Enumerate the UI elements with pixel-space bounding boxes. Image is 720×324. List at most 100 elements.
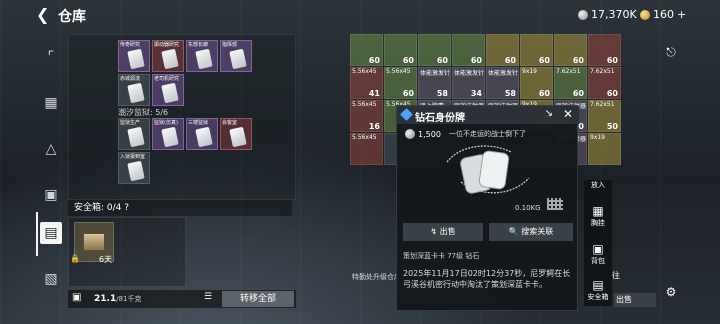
backpack-button[interactable]: ▣ 背包: [584, 242, 612, 266]
inventory-cell-count: 60: [504, 56, 516, 65]
item-story: 2025年11月17日02时12分37秒，尼罗鳄在长弓溪谷机密行动中淘汰了策划深…: [403, 269, 571, 289]
backpack-icon[interactable]: ▣: [40, 184, 62, 206]
inventory-cell-label: 体能激发针: [454, 70, 485, 77]
inventory-cell[interactable]: 9x19: [588, 133, 621, 165]
card-icon: [229, 126, 247, 148]
card-icon: [195, 48, 213, 70]
popup-title: 钻石身份牌: [415, 113, 465, 124]
add-gold-button[interactable]: +: [677, 8, 686, 21]
inventory-cell-count: 58: [504, 89, 516, 98]
silver-currency: 17,370K: [578, 8, 637, 21]
helmet-icon[interactable]: △: [40, 138, 62, 160]
storage-cell[interactable]: 东部长廊: [186, 40, 218, 72]
storage-cell[interactable]: 传奇研究: [118, 40, 150, 72]
inventory-cell[interactable]: 体能激发针 58: [486, 67, 519, 99]
inventory-cell[interactable]: 9x19 60: [520, 67, 553, 99]
storage-cell[interactable]: 老司机研究: [152, 74, 184, 106]
card-icon: [229, 48, 247, 70]
inventory-cell[interactable]: 5.56x45 41: [350, 67, 383, 99]
inventory-cell-count: 60: [402, 89, 414, 98]
minimize-icon[interactable]: ↘: [545, 108, 553, 119]
storage-cell-label: 振动器研究: [154, 42, 180, 48]
coin-icon: [578, 9, 588, 20]
inventory-cell[interactable]: 7.62x51 60: [554, 67, 587, 99]
section-label: 潮汐监狱: 5/6: [118, 108, 169, 117]
search-related-button[interactable]: 🔍 搜索关联: [489, 223, 573, 241]
storage-cell-label: 监狱生产: [120, 120, 141, 126]
go-label: 往: [612, 271, 620, 280]
inventory-cell-label: 7.62x51: [590, 101, 615, 108]
page-title: 仓库: [58, 9, 86, 25]
gold-currency[interactable]: 160 +: [640, 8, 686, 21]
inventory-cell[interactable]: 60: [554, 34, 587, 66]
gun-icon[interactable]: ⌜: [40, 46, 62, 68]
safe-box-header: 安全箱: 0/4 ?: [68, 200, 292, 216]
storage-cell-label: 入狱报到室: [120, 154, 146, 160]
inventory-cell-label: 5.56x45: [352, 134, 377, 141]
safebox-button[interactable]: ▤ 安全箱: [584, 278, 612, 302]
inventory-cell[interactable]: 60: [384, 34, 417, 66]
lock-icon: 🔒: [70, 254, 80, 263]
inventory-cell-label: 体能激发针: [420, 70, 451, 77]
storage-cell[interactable]: 监狱(仿真): [152, 118, 184, 150]
item-category: 策划深蓝卡卡 77级 钻石: [403, 252, 480, 260]
inventory-cell[interactable]: 5.56x45 60: [384, 67, 417, 99]
sell-button[interactable]: ↯ 出售: [403, 223, 483, 241]
card-icon: [127, 48, 145, 70]
inventory-cell[interactable]: 体能激发针 34: [452, 67, 485, 99]
inventory-cell[interactable]: 60: [588, 34, 621, 66]
inventory-cell[interactable]: 体能激发针 58: [418, 67, 451, 99]
transfer-all-button[interactable]: 转移全部: [222, 291, 294, 307]
inventory-cell[interactable]: 60: [350, 34, 383, 66]
inventory-cell[interactable]: 5.56x45: [350, 133, 383, 165]
case-icon[interactable]: ▧: [40, 268, 62, 290]
inventory-cell[interactable]: 5.56x45 16: [350, 100, 383, 132]
inventory-cell[interactable]: 60: [520, 34, 553, 66]
item-description: 一位不走运的战士倒下了: [449, 130, 526, 138]
inventory-cell[interactable]: 60: [452, 34, 485, 66]
inventory-cell-label: 9x19: [522, 68, 538, 75]
storage-cell[interactable]: 入狱报到室: [118, 152, 150, 184]
storage-cell[interactable]: 会客室: [220, 118, 252, 150]
action-column: 放入 ▦ 胸挂 ▣ 背包 ▤ 安全箱: [584, 180, 612, 306]
item-weight: 0.10KG: [515, 204, 541, 212]
settings-icon[interactable]: ⚙: [663, 284, 679, 300]
inventory-cell-count: 60: [538, 56, 550, 65]
storage-cell[interactable]: 监狱生产: [118, 118, 150, 150]
storage-cell[interactable]: 指挥部: [220, 40, 252, 72]
inventory-cell-count: 60: [436, 56, 448, 65]
rig-button[interactable]: ▦ 胸挂: [584, 204, 612, 228]
inventory-cell-count: 60: [470, 56, 482, 65]
inventory-cell[interactable]: 60: [418, 34, 451, 66]
storage-cell[interactable]: 振动器研究: [152, 40, 184, 72]
safebox-tab-icon[interactable]: ▤: [40, 222, 62, 244]
back-icon[interactable]: ❮: [36, 5, 49, 24]
close-icon[interactable]: ✕: [563, 107, 573, 121]
item-detail-popup: 钻石身份牌 ↘ ✕ 1,500 一位不走运的战士倒下了 0.10KG ↯ 出售 …: [396, 105, 579, 311]
inventory-cell-label: 5.56x45: [386, 68, 411, 75]
inventory-cell-label: 9x19: [590, 134, 606, 141]
card-icon: [127, 82, 145, 104]
storage-cell-label: 三楼监狱: [188, 120, 209, 126]
list-icon[interactable]: ☰: [204, 292, 212, 302]
backpack-icon: ▣: [592, 242, 604, 256]
inventory-cell[interactable]: 7.62x51 60: [588, 67, 621, 99]
sell-side-button[interactable]: 出售: [614, 293, 656, 307]
inventory-cell[interactable]: 7.62x51 50: [588, 100, 621, 132]
safe-box-days: 6天: [99, 255, 113, 264]
inventory-cell[interactable]: 60: [486, 34, 519, 66]
inventory-cell-label: 7.62x51: [590, 68, 615, 75]
inventory-cell-count: 50: [606, 122, 618, 131]
top-bar: ❮ 仓库 17,370K 160 +: [0, 0, 720, 30]
coin-icon: [405, 129, 415, 139]
weight-value: 21.1/81千克: [94, 294, 142, 304]
gold-amount: 160: [653, 8, 674, 21]
put-in-button[interactable]: 放入: [584, 180, 612, 190]
inventory-cell-count: 60: [572, 89, 584, 98]
arch-icon[interactable]: ⎋: [663, 44, 679, 60]
storage-cell[interactable]: 三楼监狱: [186, 118, 218, 150]
vest-icon[interactable]: ▦: [40, 92, 62, 114]
inventory-cell-count: 34: [470, 89, 482, 98]
storage-cell[interactable]: 赤城源流: [118, 74, 150, 106]
diamond-icon: [400, 108, 413, 121]
